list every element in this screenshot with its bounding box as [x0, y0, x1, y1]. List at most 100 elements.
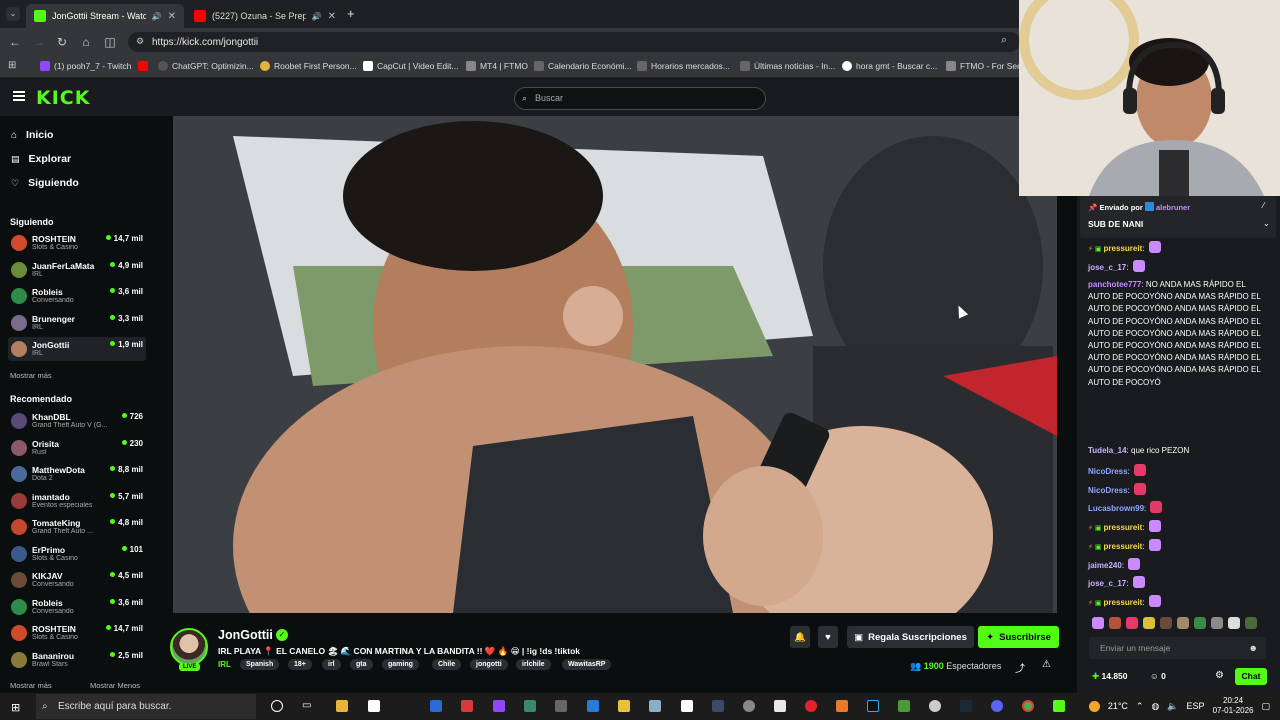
- bookmark-item[interactable]: [138, 61, 148, 71]
- bookmark-item[interactable]: Roobet First Person...: [260, 61, 357, 71]
- bookmark-item[interactable]: Calendario Económi...: [534, 61, 632, 71]
- app-icon[interactable]: [430, 700, 442, 712]
- tag-chip[interactable]: gaming: [382, 659, 419, 670]
- chat-username[interactable]: pressureit: [1104, 244, 1143, 253]
- chat-username[interactable]: Lucasbrown99: [1088, 504, 1144, 513]
- back-icon[interactable]: ←: [7, 34, 23, 50]
- tag-chip[interactable]: Spanish: [240, 659, 280, 670]
- new-tab-button[interactable]: +: [347, 6, 355, 21]
- emoji-icon[interactable]: ☻: [1249, 637, 1258, 659]
- chat-settings-icon[interactable]: ⚙: [1215, 670, 1224, 681]
- chat-username[interactable]: NicoDress: [1088, 467, 1128, 476]
- follow-heart-button[interactable]: ♥: [818, 626, 838, 648]
- chat-input[interactable]: Enviar un mensaje ☻: [1089, 637, 1266, 659]
- emote-icon[interactable]: [1109, 617, 1121, 629]
- chat-message[interactable]: jaime240:: [1088, 558, 1266, 572]
- tab-kick[interactable]: JonGottii Stream - Watch L 🔊 ✕: [26, 4, 184, 28]
- app-icon[interactable]: [774, 700, 786, 712]
- split-view-icon[interactable]: ◫: [102, 34, 118, 50]
- bookmark-item[interactable]: hora gmt - Buscar c...: [842, 61, 937, 71]
- bookmark-item[interactable]: Horarios mercados...: [637, 61, 730, 71]
- site-info-icon[interactable]: ⚙: [136, 36, 144, 47]
- weather-icon[interactable]: [1088, 700, 1100, 712]
- emote-icon[interactable]: [1092, 617, 1104, 629]
- chat-username[interactable]: pressureit: [1104, 542, 1143, 551]
- minecraft-icon[interactable]: [898, 700, 910, 712]
- address-bar[interactable]: ⚙ https://kick.com/jongottii: [128, 32, 1020, 52]
- emote-icon[interactable]: [1160, 617, 1172, 629]
- tab-list-button[interactable]: ⌄: [6, 7, 20, 21]
- bookmark-item[interactable]: Últimas noticias - In...: [740, 61, 835, 71]
- chat-message[interactable]: ⚡ ▣ pressureit:: [1088, 539, 1266, 554]
- settings-icon[interactable]: [743, 700, 755, 712]
- reload-icon[interactable]: ↻: [54, 34, 70, 50]
- bookmark-item[interactable]: MT4 | FTMO: [466, 61, 528, 71]
- stream-category[interactable]: IRL: [218, 660, 231, 669]
- emote-icon[interactable]: [1228, 617, 1240, 629]
- tab-youtube[interactable]: (5227) Ozuna - Se Preparó 🔊 ✕: [186, 4, 344, 28]
- zoom-icon[interactable]: ⌕: [1001, 34, 1007, 47]
- share-icon[interactable]: ⤴: [1015, 660, 1025, 675]
- chat-username[interactable]: NicoDress: [1088, 486, 1128, 495]
- channel-item[interactable]: ROSHTEIN Slots & Casino 14,7 mil: [8, 621, 146, 645]
- app-icon[interactable]: [681, 700, 693, 712]
- chevron-up-icon[interactable]: ⌃: [1136, 701, 1144, 712]
- app-icon[interactable]: [649, 700, 661, 712]
- tag-chip[interactable]: Chile: [432, 659, 462, 670]
- app-icon[interactable]: [555, 700, 567, 712]
- chat-username[interactable]: panchotee777: [1088, 280, 1141, 289]
- chat-message[interactable]: Tudela_14: que rico PEZON: [1088, 445, 1266, 457]
- twitch-icon[interactable]: [493, 700, 505, 712]
- channel-item[interactable]: Brunenger IRL 3,3 mil: [8, 311, 146, 335]
- channel-item[interactable]: ROSHTEIN Slots & Casino 14,7 mil: [8, 231, 146, 255]
- discord-icon[interactable]: [991, 700, 1003, 712]
- home-icon[interactable]: ⌂: [78, 34, 94, 50]
- file-explorer-icon[interactable]: [336, 700, 348, 712]
- chat-message[interactable]: ⚡ ▣ pressureit:: [1088, 241, 1266, 256]
- close-tab-icon[interactable]: ✕: [328, 11, 336, 22]
- nav-home[interactable]: ⌂ Inicio: [11, 129, 53, 141]
- notification-icon[interactable]: ▢: [1261, 701, 1270, 712]
- app-icon[interactable]: [712, 700, 724, 712]
- chat-username[interactable]: Tudela_14: [1088, 446, 1127, 455]
- show-less-recommended[interactable]: Mostrar Menos: [90, 681, 140, 690]
- task-view-icon[interactable]: ▭: [302, 700, 311, 711]
- chat-message[interactable]: jose_c_17:: [1088, 576, 1266, 590]
- points-display[interactable]: ✚ 14.850: [1092, 671, 1128, 682]
- bookmark-item[interactable]: CapCut | Video Edit...: [363, 61, 458, 71]
- chat-message[interactable]: NicoDress:: [1088, 464, 1266, 478]
- app-icon[interactable]: [524, 700, 536, 712]
- chat-user-count[interactable]: ☺ 0: [1150, 671, 1166, 681]
- emote-icon[interactable]: [1143, 617, 1155, 629]
- search-input[interactable]: ⌕ Buscar: [514, 87, 766, 110]
- report-icon[interactable]: ⚠: [1042, 659, 1051, 670]
- chat-username[interactable]: jose_c_17: [1088, 579, 1126, 588]
- opera-icon[interactable]: [805, 700, 817, 712]
- chat-message[interactable]: ⚡ ▣ pressureit:: [1088, 520, 1266, 535]
- emote-icon[interactable]: [1194, 617, 1206, 629]
- document-icon[interactable]: [368, 700, 380, 712]
- tiktok-icon[interactable]: [867, 700, 879, 712]
- notification-bell-button[interactable]: 🔔: [790, 626, 810, 648]
- channel-item[interactable]: TomateKing Grand Theft Auto ... 4,8 mil: [8, 515, 146, 539]
- gift-subs-button[interactable]: ▣ Regala Suscripciones: [847, 626, 974, 648]
- chat-message[interactable]: jose_c_17:: [1088, 260, 1266, 274]
- nav-following[interactable]: ♡ Siguiendo: [11, 177, 79, 189]
- app-icon[interactable]: [1053, 700, 1065, 712]
- clock[interactable]: 20:24 07-01-2026: [1213, 696, 1254, 716]
- unpin-icon[interactable]: ⁄: [1263, 201, 1264, 210]
- pinned-message[interactable]: 📌 Enviado por alebruner SUB DE NANI ⁄ ⌄: [1080, 196, 1276, 238]
- tag-chip[interactable]: 18+: [288, 659, 312, 670]
- app-icon[interactable]: [929, 700, 941, 712]
- app-icon[interactable]: [836, 700, 848, 712]
- channel-item[interactable]: KIKJAV Conversando 4,5 mil: [8, 568, 146, 592]
- channel-item[interactable]: ErPrimo Slots & Casino 101: [8, 542, 146, 566]
- chat-send-button[interactable]: Chat: [1235, 668, 1267, 685]
- emote-icon[interactable]: [1211, 617, 1223, 629]
- chrome-icon[interactable]: [1022, 700, 1034, 712]
- chat-username[interactable]: jaime240: [1088, 561, 1122, 570]
- chat-username[interactable]: pressureit: [1104, 598, 1143, 607]
- apps-icon[interactable]: ⊞: [8, 60, 16, 71]
- emote-icon[interactable]: [1245, 617, 1257, 629]
- channel-item[interactable]: JonGottii IRL 1,9 mil: [8, 337, 146, 361]
